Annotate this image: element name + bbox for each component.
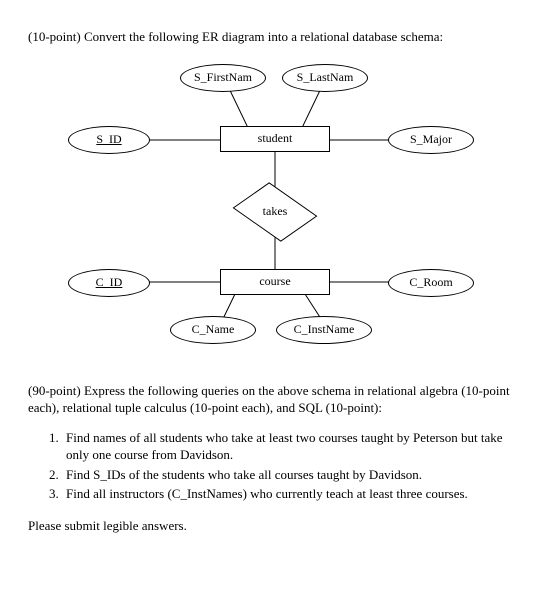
attr-c-id: C_ID [68, 269, 150, 297]
query-item-3: Find all instructors (C_InstNames) who c… [62, 485, 512, 503]
entity-course-label: course [259, 273, 290, 289]
attr-c-name: C_Name [170, 316, 256, 344]
attr-c-instname: C_InstName [276, 316, 372, 344]
attr-s-firstnam-label: S_FirstNam [194, 69, 252, 85]
query-list: Find names of all students who take at l… [62, 429, 512, 503]
attr-s-lastnam-label: S_LastNam [297, 69, 354, 85]
attr-c-name-label: C_Name [192, 321, 235, 337]
footer-note: Please submit legible answers. [28, 517, 512, 535]
relationship-takes-label: takes [246, 190, 304, 234]
attr-c-id-label: C_ID [96, 274, 123, 290]
attr-s-major: S_Major [388, 126, 474, 154]
query-item-2: Find S_IDs of the students who take all … [62, 466, 512, 484]
entity-course: course [220, 269, 330, 295]
er-diagram: student S_FirstNam S_LastNam S_ID S_Majo… [60, 60, 480, 360]
attr-c-room-label: C_Room [409, 274, 452, 290]
attr-s-firstnam: S_FirstNam [180, 64, 266, 92]
attr-s-id: S_ID [68, 126, 150, 154]
prompt-schema-convert: (10-point) Convert the following ER diag… [28, 28, 512, 46]
prompt-queries: (90-point) Express the following queries… [28, 382, 512, 417]
attr-c-room: C_Room [388, 269, 474, 297]
entity-student-label: student [258, 130, 293, 146]
query-item-1: Find names of all students who take at l… [62, 429, 512, 464]
relationship-takes: takes [246, 190, 304, 234]
attr-s-lastnam: S_LastNam [282, 64, 368, 92]
attr-s-major-label: S_Major [410, 131, 452, 147]
attr-s-id-label: S_ID [96, 131, 121, 147]
entity-student: student [220, 126, 330, 152]
attr-c-instname-label: C_InstName [294, 321, 355, 337]
